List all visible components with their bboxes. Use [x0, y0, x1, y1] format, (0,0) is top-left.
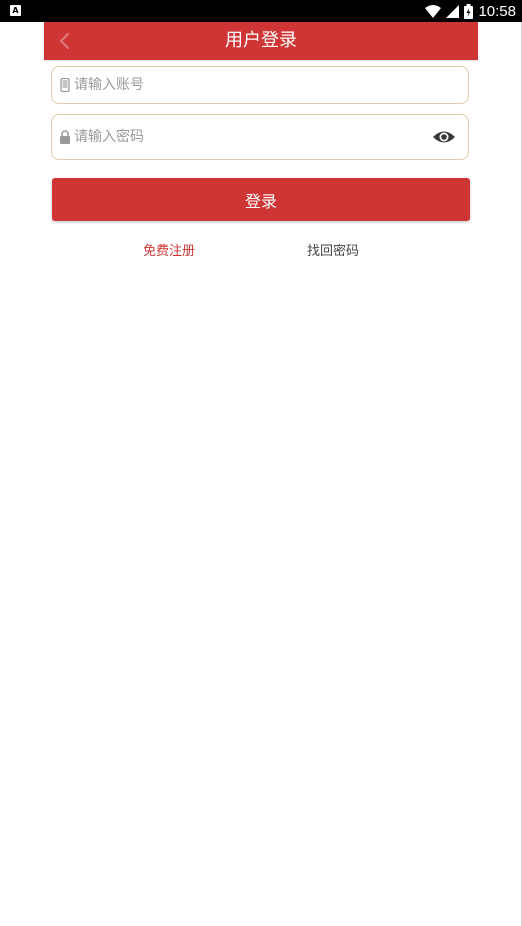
account-field [51, 66, 469, 104]
eye-icon[interactable] [432, 127, 456, 147]
signal-icon [446, 4, 460, 18]
password-field [51, 114, 469, 160]
status-icons: 10:58 [425, 0, 516, 22]
account-input[interactable] [74, 67, 414, 103]
battery-icon [464, 3, 474, 19]
page-title: 用户登录 [225, 30, 297, 51]
lock-icon [60, 130, 70, 144]
password-input[interactable] [74, 115, 414, 159]
register-link[interactable]: 免费注册 [143, 240, 195, 259]
login-button[interactable]: 登录 [52, 178, 470, 221]
forgot-password-link[interactable]: 找回密码 [307, 240, 359, 259]
phone-icon [60, 78, 70, 92]
app-notification-icon: A [10, 5, 21, 16]
status-bar: A 10:58 [0, 0, 522, 22]
wifi-icon [425, 4, 442, 18]
app-header: 用户登录 [44, 22, 478, 60]
clock: 10:58 [478, 2, 516, 20]
